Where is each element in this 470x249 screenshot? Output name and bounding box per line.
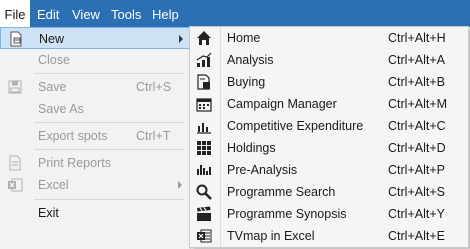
submenu-item-label: Programme Search: [227, 185, 336, 199]
submenu-item-shortcut: Ctrl+Alt+B: [388, 75, 445, 89]
submenu-item-holdings[interactable]: Holdings Ctrl+Alt+D: [190, 137, 468, 159]
print-document-icon: [7, 155, 23, 171]
submenu-arrow-icon: [178, 181, 182, 189]
submenu-item-home[interactable]: Home Ctrl+Alt+H: [190, 27, 468, 49]
menu-help[interactable]: Help: [152, 0, 179, 27]
menu-item-label: Export spots: [38, 129, 108, 143]
menu-item-close[interactable]: Close: [0, 49, 190, 71]
submenu-item-tvmap-in-excel[interactable]: TVmap in Excel Ctrl+Alt+E: [190, 225, 468, 247]
submenu-item-shortcut: Ctrl+Alt+A: [388, 53, 445, 67]
submenu-item-shortcut: Ctrl+Alt+Y: [388, 207, 445, 221]
home-icon: [196, 30, 212, 46]
menu-item-shortcut: Ctrl+T: [136, 129, 171, 143]
menu-tools[interactable]: Tools: [111, 0, 141, 27]
excel-icon: [196, 228, 212, 244]
submenu-item-programme-search[interactable]: Programme Search Ctrl+Alt+S: [190, 181, 468, 203]
menu-item-label: Close: [38, 53, 70, 67]
menu-separator: [34, 149, 184, 150]
menu-item-shortcut: Ctrl+S: [136, 80, 172, 94]
submenu-item-shortcut: Ctrl+Alt+P: [388, 163, 445, 177]
menu-item-save-as[interactable]: Save As: [0, 98, 190, 120]
menu-view[interactable]: View: [72, 0, 100, 27]
submenu-item-campaign-manager[interactable]: Campaign Manager Ctrl+Alt+M: [190, 93, 468, 115]
new-document-icon: [8, 31, 24, 47]
menu-separator: [34, 122, 184, 123]
menu-item-exit[interactable]: Exit: [0, 202, 190, 224]
submenu-item-label: Pre-Analysis: [227, 163, 298, 177]
menu-item-label: Print Reports: [38, 156, 111, 170]
menu-separator: [34, 199, 184, 200]
submenu-item-pre-analysis[interactable]: Pre-Analysis Ctrl+Alt+P: [190, 159, 468, 181]
submenu-item-buying[interactable]: Buying Ctrl+Alt+B: [190, 71, 468, 93]
submenu-item-shortcut: Ctrl+Alt+S: [388, 185, 445, 199]
submenu-item-analysis[interactable]: Analysis Ctrl+Alt+A: [190, 49, 468, 71]
menu-item-label: Exit: [38, 206, 59, 220]
buying-document-icon: [196, 74, 212, 90]
menu-item-new[interactable]: New: [0, 27, 190, 49]
submenu-item-shortcut: Ctrl+Alt+E: [388, 229, 445, 243]
submenu-item-label: Analysis: [227, 53, 274, 67]
submenu-item-label: Buying: [227, 75, 266, 89]
submenu-item-label: Holdings: [227, 141, 276, 155]
new-submenu: Home Ctrl+Alt+H Analysis Ctrl+Alt+A Buyi…: [189, 26, 469, 248]
menu-bar: File Edit View Tools Help: [0, 0, 470, 27]
menu-item-excel[interactable]: Excel: [0, 174, 190, 196]
menu-item-save[interactable]: Save Ctrl+S: [0, 76, 190, 98]
excel-icon: [7, 177, 23, 193]
menu-item-label: Save As: [38, 102, 84, 116]
clapperboard-icon: [196, 206, 212, 222]
submenu-item-programme-synopsis[interactable]: Programme Synopsis Ctrl+Alt+Y: [190, 203, 468, 225]
save-disk-icon: [7, 79, 23, 95]
bar-chart-icon: [196, 118, 212, 134]
calendar-icon: [196, 96, 212, 112]
submenu-item-shortcut: Ctrl+Alt+D: [388, 141, 446, 155]
submenu-item-label: Campaign Manager: [227, 97, 337, 111]
submenu-item-label: TVmap in Excel: [227, 229, 315, 243]
file-menu: New Close Save Ctrl+S Save As Export spo…: [0, 27, 191, 249]
menu-item-export-spots[interactable]: Export spots Ctrl+T: [0, 125, 190, 147]
analysis-chart-icon: [196, 52, 212, 68]
menu-item-print-reports[interactable]: Print Reports: [0, 152, 190, 174]
pre-analysis-icon: [196, 162, 212, 178]
grid-icon: [196, 140, 212, 156]
menu-item-label: Save: [38, 80, 67, 94]
submenu-item-competitive-expenditure[interactable]: Competitive Expenditure Ctrl+Alt+C: [190, 115, 468, 137]
search-icon: [196, 184, 212, 200]
menu-item-label: New: [39, 32, 65, 46]
menu-edit[interactable]: Edit: [37, 0, 59, 27]
submenu-item-shortcut: Ctrl+Alt+H: [388, 31, 446, 45]
submenu-item-label: Programme Synopsis: [227, 207, 347, 221]
menu-item-label: Excel: [38, 178, 69, 192]
submenu-arrow-icon: [179, 35, 183, 43]
menu-separator: [34, 73, 184, 74]
submenu-item-shortcut: Ctrl+Alt+C: [388, 119, 446, 133]
submenu-item-label: Home: [227, 31, 261, 45]
menu-file[interactable]: File: [0, 0, 30, 27]
submenu-item-shortcut: Ctrl+Alt+M: [388, 97, 448, 111]
submenu-item-label: Competitive Expenditure: [227, 119, 364, 133]
